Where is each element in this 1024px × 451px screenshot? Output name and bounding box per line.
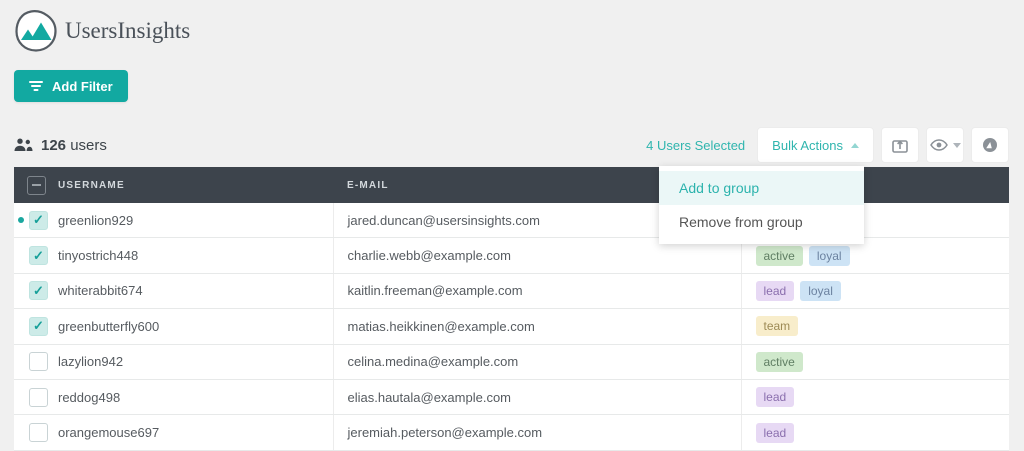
username-cell: greenlion929 bbox=[56, 203, 333, 239]
users-icon bbox=[14, 138, 33, 152]
add-filter-label: Add Filter bbox=[52, 78, 113, 94]
username-header[interactable]: USERNAME bbox=[56, 167, 333, 203]
tag-badge: active bbox=[755, 245, 803, 266]
table-row: orangemouse697 jeremiah.peterson@example… bbox=[14, 414, 1009, 451]
users-selected-link[interactable]: 4 Users Selected bbox=[646, 138, 745, 153]
export-button[interactable] bbox=[881, 127, 919, 163]
checkbox-cell: ✓ bbox=[14, 203, 56, 239]
username-cell: greenbutterfly600 bbox=[56, 308, 333, 345]
email-cell-text: charlie.webb@example.com bbox=[347, 248, 512, 264]
tags-cell: lead bbox=[740, 414, 1009, 451]
username-cell: tinyostrich448 bbox=[56, 237, 333, 274]
indeterminate-icon bbox=[32, 184, 41, 186]
email-cell: celina.medina@example.com bbox=[332, 344, 741, 380]
logo-icon bbox=[14, 9, 58, 53]
row-checkbox[interactable]: ✓ bbox=[29, 316, 48, 336]
users-count-label: users bbox=[70, 136, 107, 154]
username-cell-text: whiterabbit674 bbox=[58, 283, 143, 299]
row-checkbox[interactable]: ✓ bbox=[29, 246, 48, 266]
table-row: lazylion942 celina.medina@example.com ac… bbox=[14, 344, 1009, 380]
tag-badge: loyal bbox=[808, 245, 850, 266]
users-count-number: 126 bbox=[41, 136, 67, 154]
toolbar: 126 users 4 Users Selected Bulk Actions bbox=[14, 127, 1009, 163]
users-count-text: 126 users bbox=[41, 137, 107, 154]
email-cell-text: jeremiah.peterson@example.com bbox=[347, 425, 543, 441]
tags-cell: active bbox=[740, 344, 1009, 380]
caret-up-icon bbox=[851, 142, 859, 148]
tags-cell: lead bbox=[740, 379, 1009, 416]
email-cell: elias.hautala@example.com bbox=[332, 379, 741, 416]
email-cell-text: jared.duncan@usersinsights.com bbox=[347, 212, 540, 228]
table-row: ✓ greenbutterfly600 matias.heikkinen@exa… bbox=[14, 308, 1009, 345]
email-cell-text: celina.medina@example.com bbox=[347, 354, 519, 370]
checkbox-cell: ✓ bbox=[14, 273, 56, 310]
users-count: 126 users bbox=[14, 137, 107, 154]
tags-cell: lead loyal bbox=[740, 273, 1009, 310]
email-cell-text: elias.hautala@example.com bbox=[347, 389, 512, 405]
menu-item-remove-from-group[interactable]: Remove from group bbox=[659, 205, 864, 239]
tag-badge: lead bbox=[755, 387, 795, 408]
username-cell: whiterabbit674 bbox=[56, 273, 333, 310]
brand-name: UsersInsights bbox=[65, 18, 191, 43]
username-cell-text: orangemouse697 bbox=[58, 425, 160, 441]
row-checkbox[interactable] bbox=[29, 352, 48, 372]
filter-icon bbox=[29, 80, 43, 92]
username-cell: lazylion942 bbox=[56, 344, 333, 380]
email-cell: matias.heikkinen@example.com bbox=[332, 308, 741, 345]
table-row: reddog498 elias.hautala@example.com lead bbox=[14, 379, 1009, 416]
bulk-actions-menu: Add to group Remove from group bbox=[659, 166, 864, 244]
tag-badge: lead bbox=[755, 422, 795, 443]
username-cell-text: reddog498 bbox=[58, 389, 121, 405]
tag-badge: lead bbox=[755, 280, 795, 301]
toolbar-right: 4 Users Selected Bulk Actions bbox=[646, 127, 1009, 163]
tag-badge: loyal bbox=[800, 280, 841, 301]
bulk-actions-button[interactable]: Bulk Actions bbox=[757, 127, 874, 163]
row-checkbox[interactable] bbox=[29, 423, 48, 443]
checkbox-cell bbox=[14, 344, 56, 380]
username-cell-text: lazylion942 bbox=[58, 354, 124, 370]
username-cell-text: greenbutterfly600 bbox=[58, 318, 160, 334]
username-cell: orangemouse697 bbox=[56, 414, 333, 451]
export-icon bbox=[892, 138, 908, 153]
table-row: ✓ whiterabbit674 kaitlin.freeman@example… bbox=[14, 273, 1009, 310]
email-cell: jeremiah.peterson@example.com bbox=[332, 414, 741, 451]
email-cell-text: kaitlin.freeman@example.com bbox=[347, 283, 523, 299]
checkbox-cell: ✓ bbox=[14, 237, 56, 274]
email-cell: kaitlin.freeman@example.com bbox=[332, 273, 741, 310]
eye-icon bbox=[929, 139, 948, 151]
column-visibility-button[interactable] bbox=[926, 127, 964, 163]
bulk-actions-label: Bulk Actions bbox=[772, 137, 843, 153]
username-cell: reddog498 bbox=[56, 379, 333, 416]
caret-down-icon bbox=[952, 142, 961, 148]
select-all-checkbox[interactable] bbox=[27, 175, 46, 195]
checkbox-cell bbox=[14, 379, 56, 416]
row-checkbox[interactable] bbox=[29, 387, 48, 407]
menu-item-add-to-group[interactable]: Add to group bbox=[659, 171, 864, 205]
tag-badge: team bbox=[755, 316, 799, 337]
row-checkbox[interactable]: ✓ bbox=[29, 210, 48, 230]
select-all-header bbox=[14, 167, 56, 203]
username-cell-text: tinyostrich448 bbox=[58, 248, 139, 264]
row-checkbox[interactable]: ✓ bbox=[29, 281, 48, 301]
app-logo: UsersInsights bbox=[14, 9, 190, 53]
checkbox-cell: ✓ bbox=[14, 308, 56, 345]
tags-cell: team bbox=[740, 308, 1009, 345]
selected-dot bbox=[18, 217, 24, 224]
globe-button[interactable] bbox=[971, 127, 1009, 163]
username-cell-text: greenlion929 bbox=[58, 212, 134, 228]
email-cell-text: matias.heikkinen@example.com bbox=[347, 318, 535, 334]
globe-icon bbox=[982, 137, 998, 153]
tag-badge: active bbox=[755, 351, 803, 372]
add-filter-button[interactable]: Add Filter bbox=[14, 70, 128, 102]
checkbox-cell bbox=[14, 414, 56, 451]
